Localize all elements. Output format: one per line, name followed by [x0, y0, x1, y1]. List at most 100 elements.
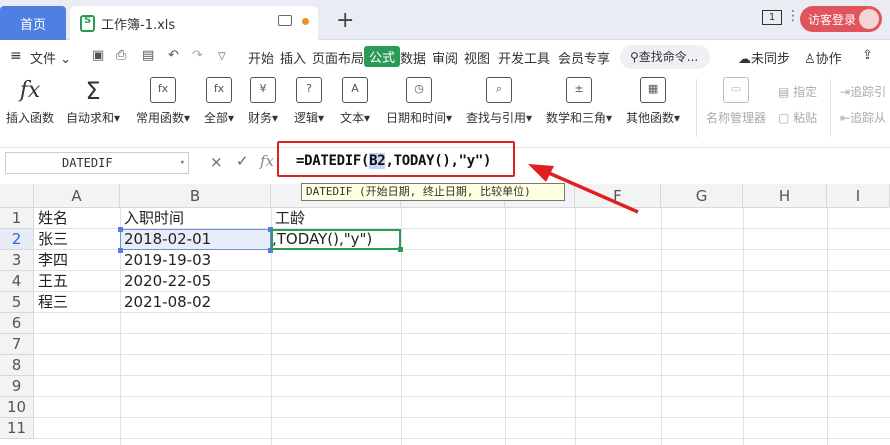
autosum-button[interactable]: Σ 自动求和▾: [66, 77, 120, 126]
cell-b5[interactable]: 2021-08-02: [120, 292, 211, 313]
fx-icon: fx: [19, 78, 41, 103]
common-functions-button[interactable]: fx 常用函数▾: [136, 77, 190, 126]
menu-file[interactable]: 文件 ⌄: [30, 48, 71, 67]
cell-b4[interactable]: 2020-22-05: [120, 271, 211, 292]
name-manager-button[interactable]: ▭ 名称管理器: [706, 77, 766, 126]
cell-c2-editing[interactable]: ,TODAY(),"y"): [271, 229, 372, 250]
menu-dots-icon[interactable]: ⋮: [786, 8, 800, 24]
save-icon[interactable]: ▣: [92, 48, 104, 63]
visitor-login-button[interactable]: 访客登录: [800, 6, 882, 32]
print-preview-icon[interactable]: ▤: [142, 48, 154, 63]
row-header-10[interactable]: 10: [0, 397, 34, 418]
column-header-h[interactable]: H: [743, 184, 827, 208]
insert-function-label: 插入函数: [6, 111, 55, 125]
specify-button[interactable]: ▤ 指定: [778, 83, 817, 100]
menu-member[interactable]: 会员专享: [558, 48, 610, 67]
fill-handle[interactable]: [398, 247, 403, 252]
redo-icon[interactable]: ↷: [192, 48, 203, 63]
cell-a3[interactable]: 李四: [34, 250, 68, 271]
menu-insert[interactable]: 插入: [280, 48, 306, 67]
menu-view[interactable]: 视图: [464, 48, 490, 67]
cell-a1[interactable]: 姓名: [34, 208, 68, 229]
confirm-icon[interactable]: ✓: [236, 152, 249, 170]
document-tab[interactable]: 工作簿-1.xls: [70, 6, 318, 40]
title-bar: 首页 工作簿-1.xls + 1 ⋮ 访客登录: [0, 0, 890, 40]
share-icon[interactable]: ⇪: [862, 48, 873, 63]
cell-b1[interactable]: 入职时间: [120, 208, 184, 229]
new-tab-button[interactable]: +: [336, 8, 354, 33]
quick-access-dropdown-icon[interactable]: ▽: [218, 51, 226, 62]
row-header-3[interactable]: 3: [0, 250, 34, 271]
cell-a5[interactable]: 程三: [34, 292, 68, 313]
grid-line: [401, 208, 402, 445]
insert-function-button[interactable]: fx 插入函数: [6, 77, 54, 126]
cell-c1[interactable]: 工龄: [271, 208, 305, 229]
grid-line: [34, 396, 890, 397]
trace-precedents-button[interactable]: ⇥追踪引: [840, 83, 886, 100]
collab-button[interactable]: ♙协作: [804, 48, 842, 67]
paste-button[interactable]: ▢ 粘贴: [778, 109, 817, 126]
grid-line: [827, 208, 828, 445]
ribbon-divider-2: [830, 79, 831, 137]
column-header-b[interactable]: B: [120, 184, 271, 208]
row-header-5[interactable]: 5: [0, 292, 34, 313]
cell-a4[interactable]: 王五: [34, 271, 68, 292]
column-header-i[interactable]: I: [827, 184, 890, 208]
row-header-8[interactable]: 8: [0, 355, 34, 376]
trace-dependents-icon: ⇤: [840, 111, 851, 125]
datetime-button[interactable]: ◷ 日期和时间▾: [386, 77, 452, 126]
row-header-7[interactable]: 7: [0, 334, 34, 355]
star-fx-icon: fx: [150, 77, 177, 103]
trace-dependents-button[interactable]: ⇤追踪从: [840, 109, 886, 126]
logic-button[interactable]: ? 逻辑▾: [294, 77, 324, 126]
datetime-label: 日期和时间: [386, 111, 447, 125]
paste-icon: ▢: [778, 111, 790, 125]
finance-button[interactable]: ¥ 财务▾: [248, 77, 278, 126]
print-icon[interactable]: ⎙: [116, 48, 126, 63]
search-command-input[interactable]: ⚲查找命令...: [620, 45, 710, 69]
plus-minus-icon: ±: [566, 77, 593, 103]
menu-start[interactable]: 开始: [248, 48, 274, 67]
avatar: [859, 9, 879, 29]
trace-precedents-icon: ⇥: [840, 85, 851, 99]
menu-data[interactable]: 数据: [400, 48, 426, 67]
window-icon[interactable]: [278, 15, 292, 26]
unsync-button[interactable]: ☁未同步: [738, 48, 790, 67]
math-button[interactable]: ± 数学和三角▾: [546, 77, 612, 126]
lookup-button[interactable]: ⌕ 查找与引用▾: [466, 77, 532, 126]
clock-icon: ◷: [406, 77, 433, 103]
name-box[interactable]: DATEDIF ▾: [5, 152, 189, 174]
spreadsheet-grid[interactable]: A B C D E F G H I 1 2 3 4 5 6 7 8 9 10 1…: [0, 184, 890, 445]
menu-formula[interactable]: 公式: [364, 46, 401, 67]
cell-b2[interactable]: 2018-02-01: [120, 229, 211, 250]
row-header-4[interactable]: 4: [0, 271, 34, 292]
chevron-down-icon[interactable]: ▾: [180, 153, 185, 173]
grid-line: [34, 333, 890, 334]
row-header-2[interactable]: 2: [0, 229, 34, 250]
undo-icon[interactable]: ↶: [168, 48, 179, 63]
menu-review[interactable]: 审阅: [432, 48, 458, 67]
fx-icon[interactable]: fx: [260, 152, 274, 170]
column-header-a[interactable]: A: [34, 184, 120, 208]
cell-b3[interactable]: 2019-19-03: [120, 250, 211, 271]
hamburger-icon[interactable]: ≡: [10, 48, 22, 64]
grid-line: [34, 417, 890, 418]
row-header-9[interactable]: 9: [0, 376, 34, 397]
finance-label: 财务: [248, 111, 273, 125]
menu-developer[interactable]: 开发工具: [498, 48, 550, 67]
column-header-g[interactable]: G: [661, 184, 743, 208]
page-indicator[interactable]: 1: [762, 10, 782, 25]
menu-page-layout[interactable]: 页面布局: [312, 48, 364, 67]
math-label: 数学和三角: [546, 111, 607, 125]
select-all-corner[interactable]: [0, 184, 34, 208]
cancel-icon[interactable]: ×: [210, 153, 223, 171]
row-header-1[interactable]: 1: [0, 208, 34, 229]
all-functions-button[interactable]: fx 全部▾: [204, 77, 234, 126]
lookup-label: 查找与引用: [466, 111, 527, 125]
row-header-11[interactable]: 11: [0, 418, 34, 439]
cell-a2[interactable]: 张三: [34, 229, 68, 250]
row-header-6[interactable]: 6: [0, 313, 34, 334]
other-functions-button[interactable]: ▦ 其他函数▾: [626, 77, 680, 126]
home-tab[interactable]: 首页: [0, 6, 66, 40]
text-button[interactable]: A 文本▾: [340, 77, 370, 126]
